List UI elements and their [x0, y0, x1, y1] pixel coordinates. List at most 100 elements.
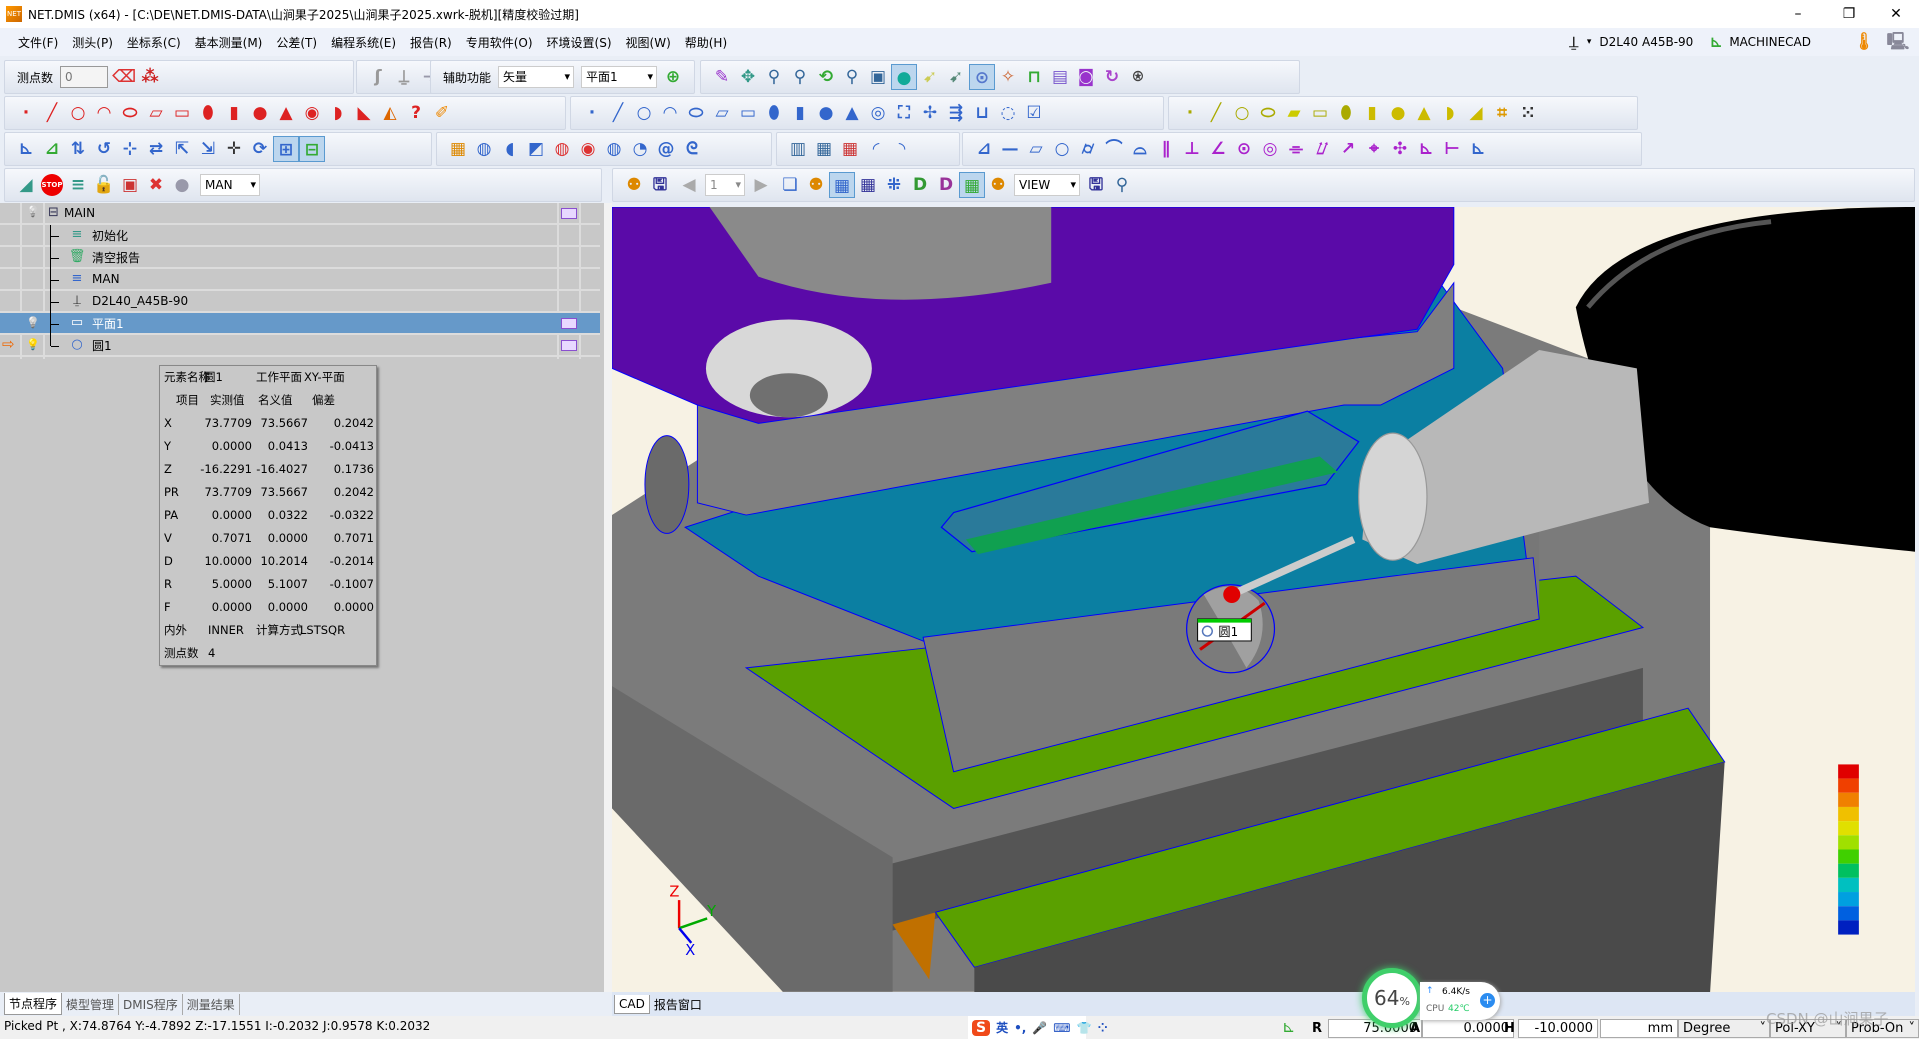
- ellipse-yellow-icon[interactable]: ⬭: [1255, 100, 1281, 126]
- mouse-icon[interactable]: ⊙: [969, 64, 995, 90]
- arrows-icon[interactable]: ⇶: [943, 100, 969, 126]
- symmetry-icon[interactable]: ⌯: [1283, 136, 1309, 162]
- translate-icon[interactable]: ⇱: [169, 136, 195, 162]
- probe-view-icon[interactable]: ⚉: [621, 172, 647, 198]
- pick-icon[interactable]: ➹: [943, 64, 969, 90]
- total-runout-icon[interactable]: ⌰: [1309, 136, 1335, 162]
- bulb-icon[interactable]: 💡: [26, 205, 40, 218]
- ime-lang-toggle[interactable]: 英: [996, 1019, 1008, 1036]
- ime-punct-icon[interactable]: •,: [1014, 1021, 1026, 1035]
- next-page-icon[interactable]: ▶: [748, 172, 774, 198]
- mode-select[interactable]: MAN: [200, 174, 260, 196]
- plane-yellow-icon[interactable]: ▰: [1281, 100, 1307, 126]
- menu-item[interactable]: 报告(R): [410, 34, 452, 51]
- frame-icon[interactable]: ⊓: [1021, 64, 1047, 90]
- swirl-icon[interactable]: ᘓ: [679, 136, 705, 162]
- points-input[interactable]: 0: [60, 66, 109, 88]
- init-coord-icon[interactable]: ⊾: [13, 136, 39, 162]
- torus-icon[interactable]: ◉: [299, 100, 325, 126]
- tree-node[interactable]: ≡ 初始化: [0, 225, 600, 247]
- ellipse-icon[interactable]: ⬭: [117, 100, 143, 126]
- menu-item[interactable]: 公差(T): [276, 34, 317, 51]
- table-view-icon[interactable]: ▦: [829, 172, 855, 198]
- run-icon[interactable]: ʃ: [365, 64, 391, 90]
- distance-icon[interactable]: ⊾: [1413, 136, 1439, 162]
- previous-page-icon[interactable]: ◀: [676, 172, 702, 198]
- report-list-icon[interactable]: [561, 318, 577, 329]
- torus-blue-icon[interactable]: ◎: [865, 100, 891, 126]
- point-icon[interactable]: ·: [13, 100, 39, 126]
- green-table-icon[interactable]: ▦: [959, 172, 985, 198]
- help-icon[interactable]: ?: [403, 100, 429, 126]
- coord-save-icon[interactable]: ⊞: [273, 136, 299, 162]
- ball-down-icon[interactable]: ●: [169, 172, 195, 198]
- fan-icon[interactable]: ◔: [627, 136, 653, 162]
- grid-yellow-icon[interactable]: ⌗: [1489, 100, 1515, 126]
- rotate-icon[interactable]: ⟲: [813, 64, 839, 90]
- dashed-circle-icon[interactable]: ◌: [995, 100, 1021, 126]
- move-icon[interactable]: ✥: [735, 64, 761, 90]
- line-yellow-icon[interactable]: ╱: [1203, 100, 1229, 126]
- delete-balls-icon[interactable]: ✖: [143, 172, 169, 198]
- ime-keyboard-icon[interactable]: ⌨: [1053, 1021, 1070, 1035]
- collapse-icon[interactable]: ⊟: [48, 205, 59, 220]
- coaxiality-icon[interactable]: ◎: [1257, 136, 1283, 162]
- flatness-icon[interactable]: ▱: [1023, 136, 1049, 162]
- best-fit-icon[interactable]: ⇄: [143, 136, 169, 162]
- report-list-icon[interactable]: [561, 340, 577, 351]
- minimize-button[interactable]: –: [1775, 0, 1821, 28]
- menu-item[interactable]: 文件(F): [18, 34, 58, 51]
- program-icon[interactable]: ≡: [65, 172, 91, 198]
- tab-1[interactable]: 模型管理: [62, 993, 120, 1015]
- page-select[interactable]: 1: [705, 174, 745, 196]
- tree-node[interactable]: ○ 圆1 💡 ⇨: [0, 335, 600, 357]
- check-icon[interactable]: ☑: [1021, 100, 1047, 126]
- curve-edit-icon[interactable]: ◝: [889, 136, 915, 162]
- menu-item[interactable]: 基本测量(M): [195, 34, 263, 51]
- find-icon[interactable]: ⚲: [1109, 172, 1135, 198]
- cut-icon[interactable]: ◩: [523, 136, 549, 162]
- angularity-icon[interactable]: ∠: [1205, 136, 1231, 162]
- zoom-in-icon[interactable]: ⚲: [839, 64, 865, 90]
- line-profile-icon[interactable]: ⌒: [1101, 136, 1127, 162]
- straightness-icon[interactable]: —: [997, 136, 1023, 162]
- ellipse-blue-icon[interactable]: ⬭: [683, 100, 709, 126]
- corner-icon[interactable]: ⊔: [969, 100, 995, 126]
- axis-icon[interactable]: ✛: [221, 136, 247, 162]
- bulb-icon[interactable]: 💡: [26, 338, 40, 351]
- thermometer-icon[interactable]: 🌡: [1851, 29, 1877, 55]
- half-cyl-icon[interactable]: ◖: [497, 136, 523, 162]
- tab-cad[interactable]: CAD: [614, 994, 650, 1014]
- angle-icon[interactable]: ◭: [377, 100, 403, 126]
- coordinate-system-icon[interactable]: ⊾: [1703, 29, 1729, 55]
- tab-0[interactable]: 节点程序: [4, 993, 63, 1015]
- tab-report-window[interactable]: 报告窗口: [650, 994, 706, 1015]
- probe-icon[interactable]: ⍊: [1561, 29, 1587, 55]
- cyl-red-icon[interactable]: ◍: [549, 136, 575, 162]
- disk-icon[interactable]: ◉: [575, 136, 601, 162]
- menu-item[interactable]: 视图(W): [626, 34, 671, 51]
- grid-table-icon[interactable]: ▦: [811, 136, 837, 162]
- transform-icon[interactable]: ⇲: [195, 136, 221, 162]
- rotate-axis-icon[interactable]: ⟳: [247, 136, 273, 162]
- menu-item[interactable]: 环境设置(S): [547, 34, 612, 51]
- perpendicularity-icon[interactable]: ⊥: [1179, 136, 1205, 162]
- rect-blue-icon[interactable]: ▭: [735, 100, 761, 126]
- menu-item[interactable]: 测头(P): [72, 34, 113, 51]
- dmis-icon[interactable]: D: [907, 172, 933, 198]
- lock-plane-icon[interactable]: ⊕: [660, 64, 686, 90]
- coord-321-icon[interactable]: ⇅: [65, 136, 91, 162]
- slot-icon[interactable]: ▱: [143, 100, 169, 126]
- cpu-usage-gauge[interactable]: 64%: [1362, 968, 1422, 1028]
- rect-yellow-icon[interactable]: ▭: [1307, 100, 1333, 126]
- spark-icon[interactable]: ✧: [995, 64, 1021, 90]
- surface-profile-icon[interactable]: ⌓: [1127, 136, 1153, 162]
- bulb-icon[interactable]: 💡: [26, 316, 40, 329]
- report-list-icon[interactable]: [561, 208, 577, 219]
- cone-icon[interactable]: ▲: [273, 100, 299, 126]
- circle-blue-icon[interactable]: ○: [631, 100, 657, 126]
- zoom-plus-icon[interactable]: ⚲: [787, 64, 813, 90]
- stack-icon[interactable]: ◍: [601, 136, 627, 162]
- erase-all-icon[interactable]: ⁂: [137, 64, 163, 90]
- unlock-icon[interactable]: 🔓: [91, 172, 117, 198]
